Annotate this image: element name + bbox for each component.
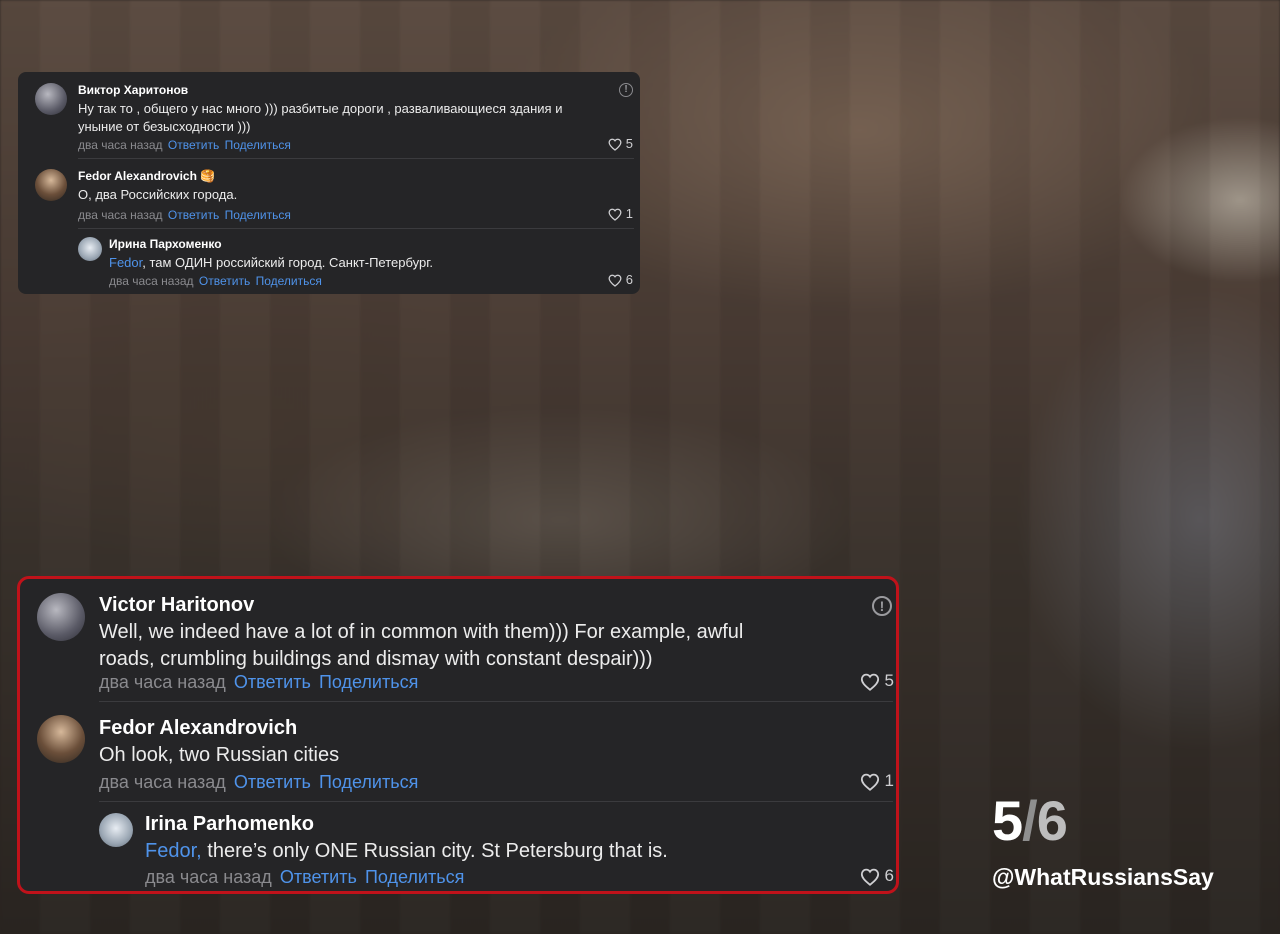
comment-author[interactable]: Fedor Alexandrovich 🥞 — [78, 169, 215, 183]
comment-text: Fedor, там ОДИН российский город. Санкт-… — [109, 254, 433, 272]
comment-text: Oh look, two Russian cities — [99, 744, 340, 766]
like-button[interactable]: 5 — [860, 671, 894, 691]
comment-time: два часа назад — [109, 274, 194, 288]
comment-author[interactable]: Ирина Пархоменко — [109, 237, 222, 251]
reply-link[interactable]: Ответить — [168, 138, 219, 152]
comment-meta: два часа назад Ответить Поделиться — [109, 274, 322, 288]
avatar[interactable] — [78, 237, 102, 261]
comment-text: О, два Российских города. — [78, 187, 238, 202]
translated-comments-card: ! Victor Haritonov Well, we indeed have … — [17, 576, 899, 894]
heart-outline-icon — [608, 274, 622, 287]
page-current: 5 — [992, 789, 1023, 852]
reply-link[interactable]: Ответить — [199, 274, 250, 288]
comment-irina: Irina Parhomenko Fedor, there’s only ONE… — [20, 809, 896, 889]
reply-link[interactable]: Ответить — [280, 867, 357, 887]
share-link[interactable]: Поделиться — [256, 274, 322, 288]
mention-link[interactable]: Fedor, — [145, 840, 202, 862]
like-count: 6 — [884, 866, 894, 885]
heart-outline-icon — [860, 673, 879, 691]
comment-victor: Victor Haritonov Well, we indeed have a … — [20, 579, 896, 699]
reply-link[interactable]: Ответить — [234, 772, 311, 792]
comment-time: два часа назад — [145, 867, 272, 887]
comment-fedor: Fedor Alexandrovich 🥞 О, два Российских … — [18, 168, 640, 228]
avatar[interactable] — [99, 813, 133, 847]
like-count: 5 — [884, 671, 894, 690]
heart-outline-icon — [608, 138, 622, 151]
comment-meta: два часа назад Ответить Поделиться — [78, 208, 291, 222]
comment-meta: два часа назад Ответить Поделиться — [99, 772, 418, 793]
share-link[interactable]: Поделиться — [225, 138, 291, 152]
comment-author[interactable]: Irina Parhomenko — [145, 813, 314, 836]
comment-author[interactable]: Fedor Alexandrovich — [99, 717, 297, 740]
comment-author[interactable]: Виктор Харитонов — [78, 83, 188, 97]
comment-time: два часа назад — [99, 672, 226, 692]
divider — [99, 701, 893, 702]
comment-time: два часа назад — [99, 772, 226, 792]
like-count: 1 — [884, 771, 894, 790]
comment-time: два часа назад — [78, 138, 163, 152]
divider — [78, 228, 634, 229]
like-button[interactable]: 1 — [860, 771, 894, 791]
comment-meta: два часа назад Ответить Поделиться — [78, 138, 291, 152]
like-count: 1 — [625, 206, 633, 221]
like-button[interactable]: 1 — [608, 206, 633, 221]
like-count: 6 — [625, 272, 633, 287]
mention-link[interactable]: Fedor — [109, 255, 142, 270]
avatar[interactable] — [37, 593, 85, 641]
avatar[interactable] — [35, 169, 67, 201]
like-button[interactable]: 6 — [860, 866, 894, 886]
comment-body: there’s only ONE Russian city. St Peters… — [201, 840, 668, 862]
share-link[interactable]: Поделиться — [225, 208, 291, 222]
like-button[interactable]: 6 — [608, 272, 633, 287]
comment-meta: два часа назад Ответить Поделиться — [99, 672, 418, 693]
share-link[interactable]: Поделиться — [365, 867, 464, 887]
reply-link[interactable]: Ответить — [168, 208, 219, 222]
like-count: 5 — [625, 136, 633, 151]
page-counter: 5/6 — [992, 788, 1068, 853]
comment-text: Fedor, there’s only ONE Russian city. St… — [145, 838, 668, 865]
comment-fedor: Fedor Alexandrovich Oh look, two Russian… — [20, 709, 896, 799]
comment-body: , там ОДИН российский город. Санкт-Петер… — [142, 255, 433, 270]
comment-text: Ну так то , общего у нас много ))) разби… — [78, 101, 563, 134]
comment-time: два часа назад — [78, 208, 163, 222]
comment-meta: два часа назад Ответить Поделиться — [145, 867, 464, 888]
page-separator: / — [1022, 789, 1038, 852]
heart-outline-icon — [608, 208, 622, 221]
comment-viktor: Виктор Харитонов Ну так то , общего у на… — [18, 72, 640, 158]
reply-link[interactable]: Ответить — [234, 672, 311, 692]
divider — [78, 158, 634, 159]
divider — [99, 801, 893, 802]
share-link[interactable]: Поделиться — [319, 772, 418, 792]
comment-author[interactable]: Victor Haritonov — [99, 594, 254, 617]
comment-text: Well, we indeed have a lot of in common … — [99, 621, 744, 670]
avatar[interactable] — [37, 715, 85, 763]
share-link[interactable]: Поделиться — [319, 672, 418, 692]
like-button[interactable]: 5 — [608, 136, 633, 151]
comment-irina: Ирина Пархоменко Fedor, там ОДИН российс… — [18, 236, 640, 292]
avatar[interactable] — [35, 83, 67, 115]
original-comments-card: ! Виктор Харитонов Ну так то , общего у … — [18, 72, 640, 294]
page-total: 6 — [1036, 789, 1068, 852]
account-handle: @WhatRussiansSay — [992, 864, 1214, 890]
heart-outline-icon — [860, 773, 879, 791]
heart-outline-icon — [860, 868, 879, 886]
